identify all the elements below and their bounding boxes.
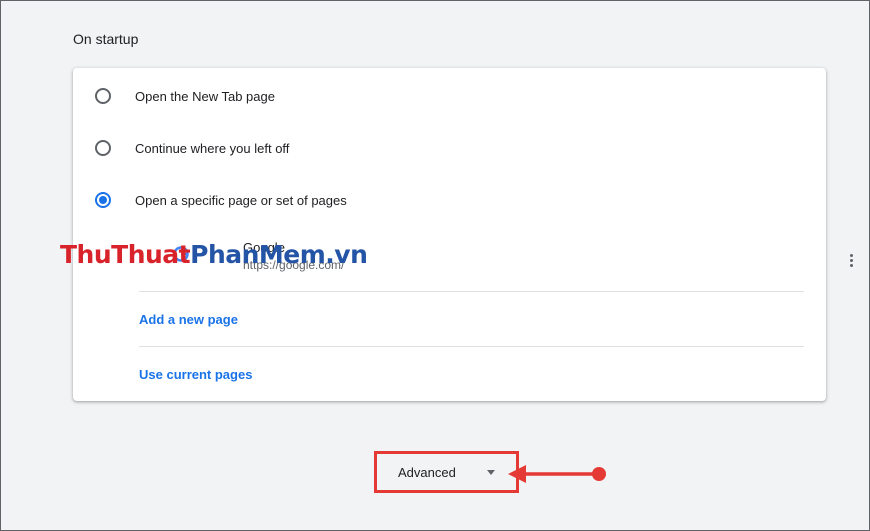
add-page-row: Add a new page — [139, 293, 804, 347]
watermark-logo: ThuThuatPhanMem.vn — [60, 240, 368, 269]
add-new-page-link[interactable]: Add a new page — [139, 312, 238, 327]
red-arrow-annotation — [508, 465, 606, 483]
radio-option-continue[interactable]: Continue where you left off — [73, 122, 826, 174]
use-current-row: Use current pages — [139, 347, 804, 401]
watermark-part-2: PhanMem — [190, 240, 326, 269]
radio-label: Open the New Tab page — [135, 88, 275, 104]
use-current-pages-link[interactable]: Use current pages — [139, 367, 252, 382]
radio-button-checked[interactable] — [95, 192, 111, 208]
startup-card: Open the New Tab page Continue where you… — [73, 68, 853, 401]
advanced-highlight-box: Advanced — [374, 451, 519, 493]
advanced-button[interactable]: Advanced — [377, 454, 516, 490]
section-title: On startup — [73, 31, 139, 47]
caret-down-icon — [487, 470, 495, 475]
radio-option-specific-pages[interactable]: Open a specific page or set of pages — [73, 174, 826, 226]
watermark-part-1: ThuThuat — [60, 240, 191, 269]
radio-option-new-tab[interactable]: Open the New Tab page — [73, 70, 826, 122]
watermark-part-3: .vn — [325, 240, 368, 269]
advanced-label: Advanced — [398, 464, 456, 480]
radio-button[interactable] — [95, 88, 111, 104]
radio-button[interactable] — [95, 140, 111, 156]
more-actions-icon[interactable] — [839, 248, 863, 272]
radio-label: Continue where you left off — [135, 140, 290, 156]
radio-label: Open a specific page or set of pages — [135, 192, 347, 208]
